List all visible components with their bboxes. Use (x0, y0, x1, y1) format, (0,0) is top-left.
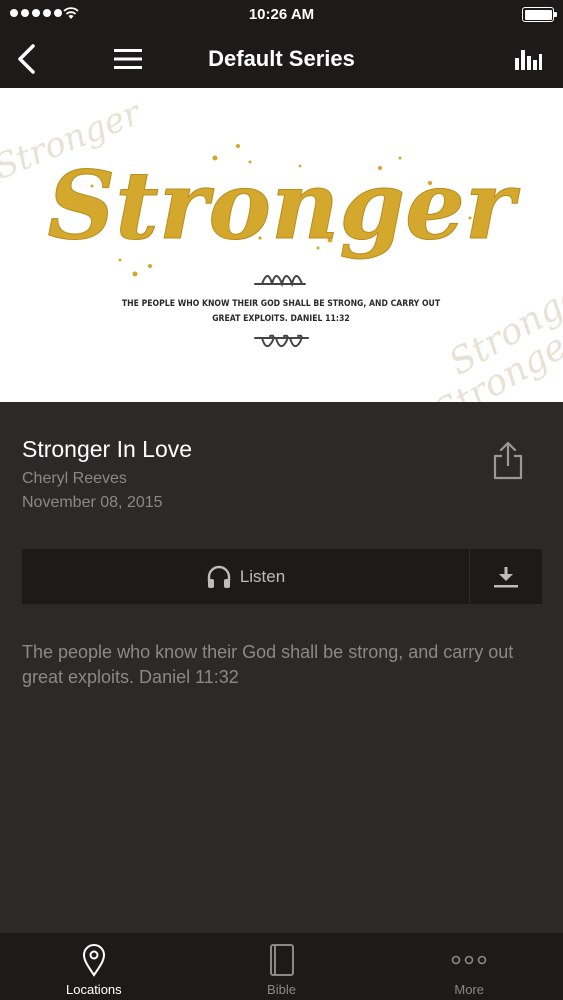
sermon-date: November 08, 2015 (22, 494, 163, 511)
page-title: Default Series (208, 46, 355, 71)
media-actions: Listen (22, 549, 542, 604)
artwork-verse-line-1: THE PEOPLE WHO KNOW THEIR GOD SHALL BE S… (122, 299, 441, 309)
share-icon[interactable] (491, 440, 525, 482)
sermon-detail: Stronger In Love Cheryl Reeves November … (0, 402, 563, 933)
battery-icon (522, 7, 557, 22)
listen-button[interactable]: Listen (22, 549, 469, 604)
artwork-verse-line-2: GREAT EXPLOITS. DANIEL 11:32 (212, 314, 350, 324)
tab-bible[interactable]: Bible (188, 933, 376, 1000)
artwork-graphic: Stronger Stronger Stronger Stronger THE … (0, 93, 563, 402)
sermon-title: Stronger In Love (22, 436, 193, 462)
artwork-title: Stronger (48, 151, 521, 261)
status-time: 10:26 AM (248, 6, 315, 23)
tab-locations[interactable]: Locations (0, 933, 188, 1000)
location-pin-icon (82, 944, 105, 977)
tab-bar: Locations Bible More (0, 933, 563, 1000)
headphones-icon (207, 565, 231, 588)
download-icon (494, 566, 518, 587)
sermon-artwork: Stronger Stronger Stronger Stronger THE … (0, 88, 563, 402)
tab-locations-label: Locations (66, 982, 122, 997)
listen-label: Listen (239, 566, 286, 586)
more-dots-icon (451, 955, 487, 965)
navigation-bar: Default Series (0, 30, 563, 88)
sermon-speaker: Cheryl Reeves (22, 470, 127, 487)
status-bar: 10:26 AM (0, 0, 563, 30)
tab-bible-label: Bible (267, 982, 296, 997)
bar-chart-icon[interactable] (513, 44, 543, 74)
tab-more-label: More (454, 982, 484, 997)
tab-more[interactable]: More (375, 933, 563, 1000)
download-button[interactable] (470, 549, 542, 604)
book-icon (269, 944, 294, 976)
flourish-top (254, 275, 306, 288)
sermon-description: The people who know their God shall be s… (22, 642, 514, 687)
flourish-bottom (254, 334, 309, 348)
